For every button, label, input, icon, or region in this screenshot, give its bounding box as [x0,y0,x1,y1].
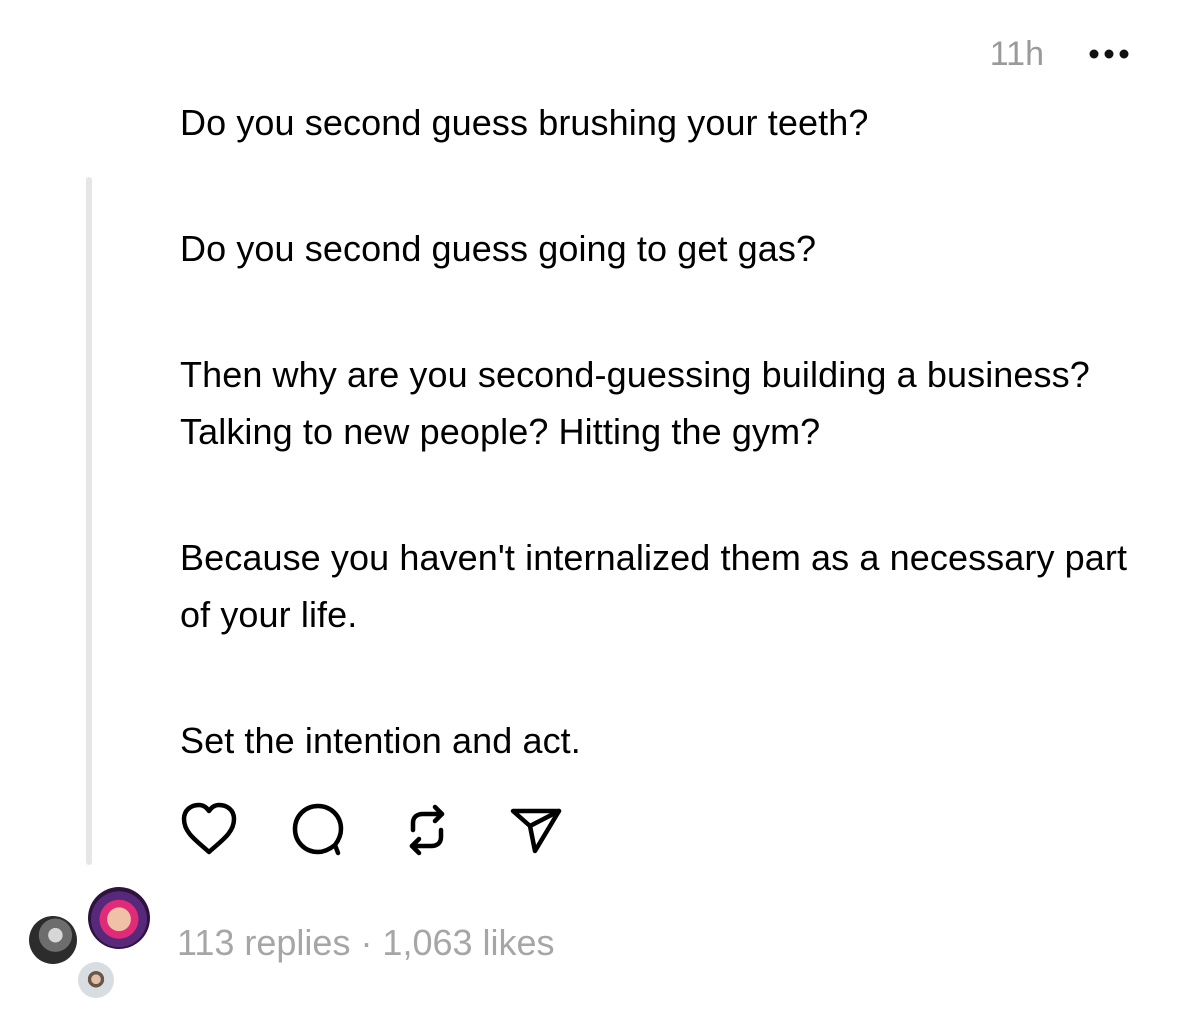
post-actions [178,798,567,862]
post-paragraph: Because you haven't internalized them as… [180,537,1128,635]
post-paragraph: Set the intention and act. [180,720,581,761]
post-stats[interactable]: 113 replies · 1,063 likes [177,920,555,966]
avatar[interactable] [88,887,150,949]
thread-line [86,177,92,865]
post-paragraph: Then why are you second-guessing buildin… [180,354,1090,452]
heart-icon [181,802,237,855]
share-button[interactable] [505,799,567,861]
comment-icon [292,803,344,856]
send-icon [510,808,562,854]
like-button[interactable] [178,799,240,861]
reply-button[interactable] [287,799,349,861]
thread-post: 11h Do you second guess brushing your te… [0,0,1178,1034]
post-body: Do you second guess brushing your teeth?… [180,94,1140,838]
post-paragraph: Do you second guess going to get gas? [180,228,817,269]
post-paragraph: Do you second guess brushing your teeth? [180,102,869,143]
repost-button[interactable] [396,799,458,861]
post-timestamp: 11h [989,35,1044,73]
more-icon[interactable] [1086,44,1132,64]
avatar[interactable] [29,916,77,964]
avatar[interactable] [78,962,114,998]
repost-icon [409,804,445,856]
